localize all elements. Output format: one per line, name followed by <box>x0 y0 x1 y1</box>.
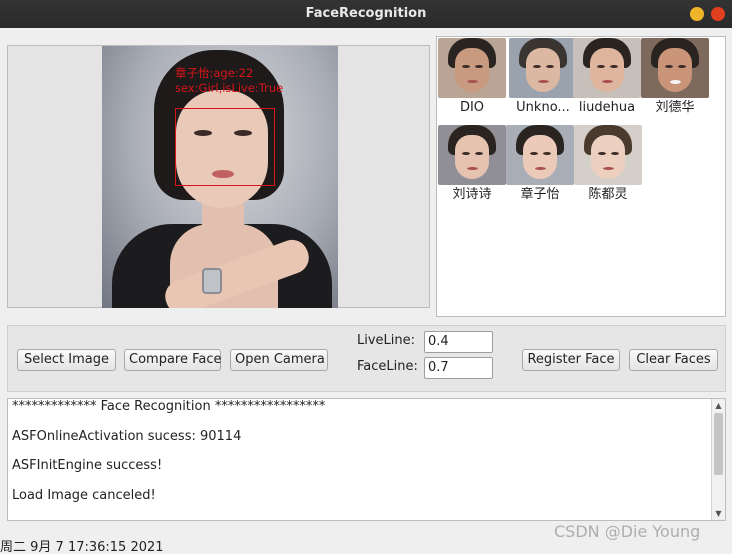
window-title: FaceRecognition <box>305 6 427 21</box>
log-line: ASFOnlineActivation sucess: 90114 <box>12 429 242 444</box>
detection-label-line2: sex:Girl,isLive:True <box>175 81 284 95</box>
faceline-input[interactable]: 0.7 <box>424 357 493 379</box>
clear-faces-button[interactable]: Clear Faces <box>629 349 718 371</box>
face-name: Unkno... <box>516 100 570 115</box>
register-face-button[interactable]: Register Face <box>522 349 620 371</box>
faceline-label: FaceLine: <box>357 359 418 374</box>
face-thumbnail <box>574 125 642 185</box>
open-camera-button[interactable]: Open Camera <box>230 349 328 371</box>
registered-faces-gallery: DIO Unkno... liudehua 刘德华 刘诗诗 章子怡 陈都灵 <box>436 36 726 317</box>
scroll-down-arrow-icon[interactable]: ▼ <box>712 507 725 520</box>
face-name: 章子怡 <box>520 187 560 202</box>
face-thumbnail <box>641 38 709 98</box>
status-datetime: 周二 9月 7 17:36:15 2021 <box>0 540 164 554</box>
face-thumbnail <box>438 125 506 185</box>
face-name: 刘德华 <box>655 100 695 115</box>
face-thumbnail <box>509 38 577 98</box>
detection-label-line1: 章子怡:age:22 <box>175 66 254 80</box>
face-thumbnail <box>573 38 641 98</box>
log-output[interactable]: ************* Face Recognition *********… <box>7 398 726 521</box>
face-thumbnail <box>506 125 574 185</box>
log-scrollbar[interactable]: ▲ ▼ <box>711 399 725 520</box>
controls-panel: Select Image Compare Face Open Camera Li… <box>7 325 726 392</box>
liveline-label: LiveLine: <box>357 333 416 348</box>
scroll-up-arrow-icon[interactable]: ▲ <box>712 399 725 412</box>
log-line: ASFInitEngine success! <box>12 458 163 473</box>
face-item[interactable]: Unkno... <box>509 38 577 116</box>
face-item[interactable]: liudehua <box>573 38 641 116</box>
face-name: liudehua <box>578 100 636 115</box>
select-image-button[interactable]: Select Image <box>17 349 116 371</box>
face-thumbnail <box>438 38 506 98</box>
face-name: DIO <box>459 100 485 115</box>
image-display: 章子怡:age:22 sex:Girl,isLive:True <box>7 45 430 308</box>
close-button[interactable] <box>711 7 725 21</box>
log-line: Load Image canceled! <box>12 488 156 503</box>
face-name: 刘诗诗 <box>452 187 492 202</box>
liveline-input[interactable]: 0.4 <box>424 331 493 353</box>
scrollbar-thumb[interactable] <box>714 413 723 475</box>
face-detection-box <box>175 108 275 186</box>
compare-face-button[interactable]: Compare Face <box>124 349 222 371</box>
face-name: 陈都灵 <box>588 187 628 202</box>
loaded-photo: 章子怡:age:22 sex:Girl,isLive:True <box>102 46 338 308</box>
watermark: CSDN @Die Young <box>554 522 701 541</box>
detection-label: 章子怡:age:22 sex:Girl,isLive:True <box>175 66 283 96</box>
face-item[interactable]: 刘诗诗 <box>438 125 506 203</box>
log-line: ************* Face Recognition *********… <box>12 399 326 414</box>
face-item[interactable]: DIO <box>438 38 506 116</box>
face-item[interactable]: 陈都灵 <box>574 125 642 203</box>
title-bar: FaceRecognition <box>0 0 732 28</box>
minimize-button[interactable] <box>690 7 704 21</box>
face-item[interactable]: 章子怡 <box>506 125 574 203</box>
face-item[interactable]: 刘德华 <box>641 38 709 116</box>
